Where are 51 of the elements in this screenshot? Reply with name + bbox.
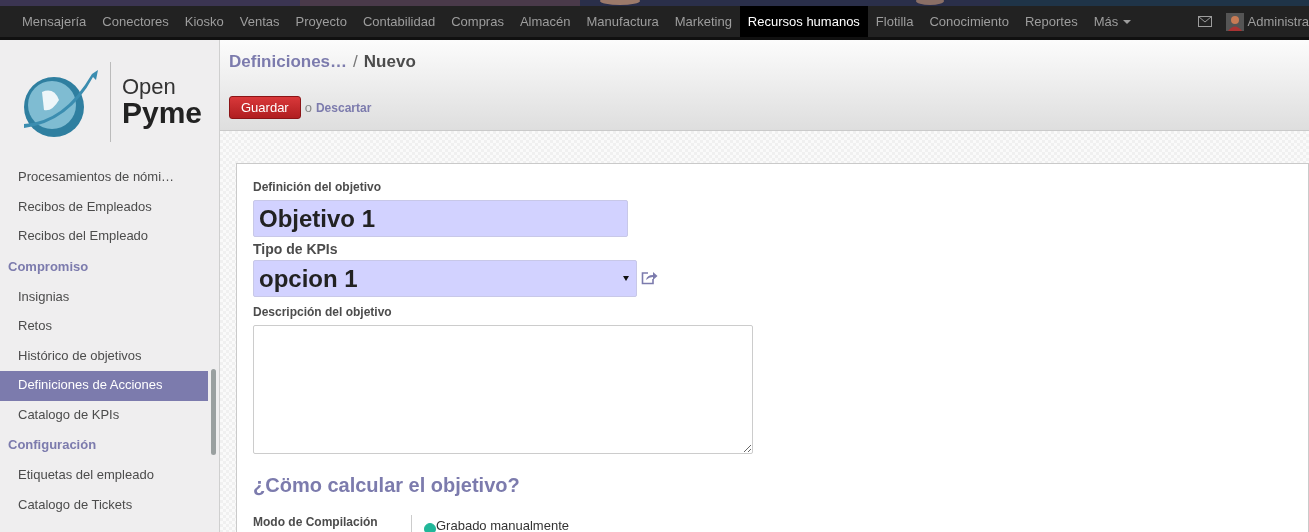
- sidebar-item[interactable]: Retos: [0, 312, 208, 342]
- nav-menu-item[interactable]: Kiosko: [176, 6, 232, 37]
- nav-menu-item[interactable]: Contabilidad: [354, 6, 444, 37]
- nav-menu-item[interactable]: Conocimiento: [921, 6, 1017, 37]
- more-menu[interactable]: Más: [1085, 6, 1140, 37]
- breadcrumb-link[interactable]: Definiciones…: [229, 52, 348, 72]
- sidebar-item[interactable]: Definiciones de Acciones: [0, 371, 208, 401]
- breadcrumb-current: Nuevo: [363, 52, 416, 72]
- avatar-icon: [1225, 12, 1244, 31]
- radio-button[interactable]: [424, 523, 436, 532]
- sidebar-item[interactable]: Etiquetas del empleado: [0, 461, 208, 491]
- nav-menu-item[interactable]: Reportes: [1016, 6, 1086, 37]
- sidebar-item[interactable]: Catalogo de KPIs: [0, 400, 208, 430]
- nav-menu-item[interactable]: Marketing: [666, 6, 740, 37]
- logo-text: Open: [122, 75, 177, 98]
- nav-menu-item[interactable]: Compras: [443, 6, 512, 37]
- field-label: Modo de Compilación: [253, 515, 412, 532]
- field-label: Tipo de KPIs: [253, 241, 339, 257]
- nav-menu-item[interactable]: Almacén: [511, 6, 579, 37]
- external-link-icon[interactable]: [641, 270, 658, 285]
- sidebar-item[interactable]: Procesamientos de nómi…: [0, 163, 208, 193]
- description-field[interactable]: [253, 325, 753, 454]
- save-button[interactable]: Guardar: [229, 96, 301, 119]
- name-field[interactable]: Objetivo 1: [253, 200, 628, 237]
- option-label: Grabado manualmente: [436, 517, 569, 532]
- nav-menu-item[interactable]: Conectores: [94, 6, 177, 37]
- sidebar-item[interactable]: Catalogo de Tickets: [0, 490, 208, 520]
- kpi-select[interactable]: opcion 1: [253, 260, 637, 297]
- or-text: o: [304, 100, 312, 115]
- field-label: Definición del objetivo: [253, 180, 382, 194]
- nav-menu-item[interactable]: Mensajería: [14, 6, 95, 37]
- sidebar-item[interactable]: Recibos del Empleado: [0, 222, 208, 252]
- user-menu[interactable]: Administra: [1243, 6, 1309, 37]
- sidebar-item[interactable]: Insignias: [0, 282, 208, 312]
- dropdown-arrow-icon: [623, 276, 629, 281]
- nav-menu-item[interactable]: Flotilla: [867, 6, 922, 37]
- field-label: Descripción del objetivo: [253, 305, 393, 319]
- nav-menu-item[interactable]: Recursos humanos: [739, 6, 868, 37]
- section-title: ¿Cömo calcular el objetivo?: [253, 474, 521, 497]
- sidebar-item[interactable]: Recibos de Empleados: [0, 192, 208, 222]
- nav-menu-item[interactable]: Manufactura: [578, 6, 667, 37]
- caret-icon: [1123, 19, 1132, 24]
- scrollbar-thumb[interactable]: [211, 369, 216, 455]
- sidebar-heading: Configuración: [7, 436, 98, 454]
- sidebar-item[interactable]: Histórico de objetivos: [0, 341, 208, 371]
- envelope-icon[interactable]: [1197, 16, 1212, 27]
- discard-link[interactable]: Descartar: [315, 100, 372, 115]
- nav-menu-item[interactable]: Proyecto: [287, 6, 355, 37]
- breadcrumb-separator: /: [353, 52, 358, 72]
- sidebar-heading: Compromiso: [7, 257, 90, 276]
- nav-menu-item[interactable]: Ventas: [231, 6, 288, 37]
